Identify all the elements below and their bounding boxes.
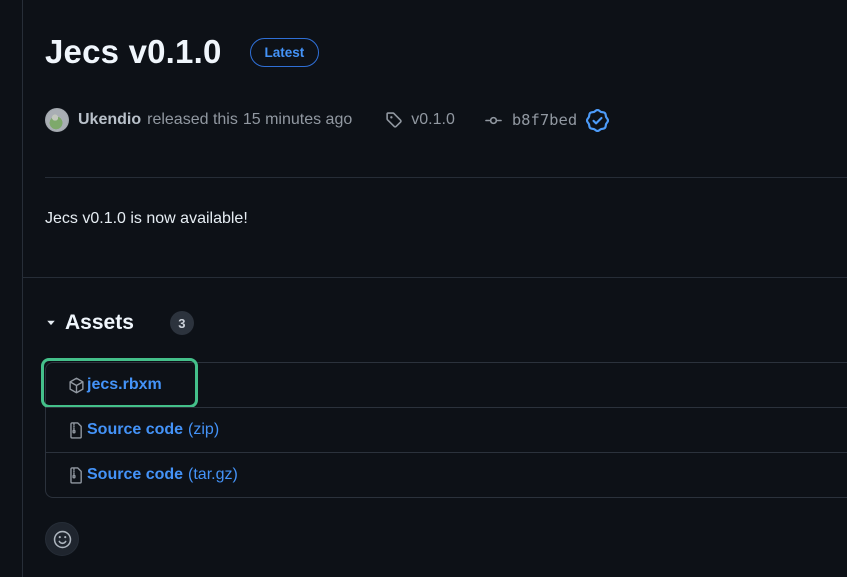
release-header: Jecs v0.1.0 Latest Ukendio released this… [22,0,847,132]
assets-heading: Assets [65,309,134,337]
asset-name: jecs.rbxm [87,376,162,394]
release-title: Jecs v0.1.0 [45,30,222,74]
add-reaction-button[interactable] [45,522,79,556]
smiley-icon [53,530,72,549]
assets-toggle[interactable]: Assets 3 [45,309,847,337]
tag-name: v0.1.0 [411,111,455,129]
package-icon [68,377,85,394]
avatar[interactable] [45,108,69,132]
table-row: Source code (tar.gz) [46,452,847,497]
table-row: Source code (zip) [46,407,847,452]
git-commit-icon [485,112,502,129]
tag-group: v0.1.0 [385,111,455,129]
assets-count-badge: 3 [170,311,194,335]
asset-suffix: (zip) [188,421,219,439]
asset-link-jecs-rbxm[interactable]: jecs.rbxm [68,376,162,394]
author-link[interactable]: Ukendio [78,111,141,129]
released-label: released this [147,111,238,129]
assets-table: jecs.rbxm Source code (zip) [45,362,847,498]
release-card: Jecs v0.1.0 Latest Ukendio released this… [22,0,847,556]
asset-name: Source code [87,466,183,484]
asset-name: Source code [87,421,183,439]
file-zip-icon [68,467,85,484]
commit-sha: b8f7bed [512,111,577,129]
release-body-text: Jecs v0.1.0 is now available! [45,207,847,231]
released-time: 15 minutes ago [243,111,352,129]
assets-section: Assets 3 jecs.rbxm [22,277,847,556]
asset-link-source-zip[interactable]: Source code (zip) [68,421,219,439]
asset-suffix: (tar.gz) [188,466,238,484]
latest-badge: Latest [250,38,320,67]
caret-down-icon [45,317,57,329]
divider [45,177,847,178]
file-zip-icon [68,422,85,439]
release-meta-row: Ukendio released this 15 minutes ago v0.… [45,108,847,132]
commit-group: b8f7bed [485,111,577,129]
table-row: jecs.rbxm [46,363,847,407]
verified-icon[interactable] [586,109,609,132]
tag-icon [385,112,402,129]
asset-link-source-targz[interactable]: Source code (tar.gz) [68,466,238,484]
